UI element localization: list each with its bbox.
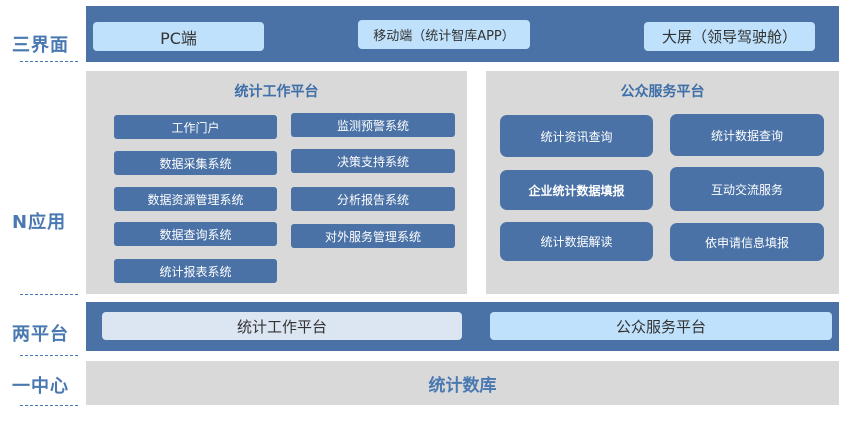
system-data-query[interactable]: 数据查询系统: [114, 222, 277, 246]
service-data-query[interactable]: 统计数据查询: [670, 114, 824, 156]
level-label-apps: N应用: [12, 212, 67, 233]
level-label-interfaces: 三界面: [12, 35, 69, 56]
pc-interface[interactable]: PC端: [93, 22, 264, 51]
platforms-band: 统计工作平台 公众服务平台: [86, 302, 839, 351]
system-data-resource-mgmt[interactable]: 数据资源管理系统: [114, 187, 277, 211]
divider: [20, 294, 78, 295]
divider: [20, 355, 78, 356]
system-external-service-mgmt[interactable]: 对外服务管理系统: [291, 224, 455, 248]
system-analysis-report[interactable]: 分析报告系统: [291, 187, 455, 211]
interfaces-band: PC端 移动端（统计智库APP） 大屏（领导驾驶舱）: [86, 6, 839, 62]
work-platform-title: 统计工作平台: [234, 84, 319, 100]
service-data-interpretation[interactable]: 统计数据解读: [500, 222, 653, 261]
service-info-request-filing[interactable]: 依申请信息填报: [670, 223, 824, 261]
system-statistical-report[interactable]: 统计报表系统: [114, 259, 277, 283]
work-platform-panel: 统计工作平台 工作门户 监测预警系统 数据采集系统 决策支持系统 数据资源管理系…: [86, 71, 467, 294]
screen-interface[interactable]: 大屏（领导驾驶舱）: [644, 22, 815, 51]
center-band: 统计数库: [86, 361, 839, 405]
work-platform-pill[interactable]: 统计工作平台: [102, 312, 462, 340]
level-label-center: 一中心: [12, 376, 69, 397]
mobile-interface[interactable]: 移动端（统计智库APP）: [358, 20, 530, 49]
service-interactive-exchange[interactable]: 互动交流服务: [670, 167, 824, 211]
system-monitoring-alert[interactable]: 监测预警系统: [291, 113, 455, 137]
public-platform-title: 公众服务平台: [620, 84, 705, 100]
system-work-portal[interactable]: 工作门户: [114, 115, 277, 139]
divider: [20, 61, 78, 62]
service-enterprise-data-filing[interactable]: 企业统计数据填报: [500, 170, 653, 210]
divider: [20, 405, 78, 406]
service-news-query[interactable]: 统计资讯查询: [500, 115, 653, 157]
public-platform-panel: 公众服务平台 统计资讯查询 统计数据查询 企业统计数据填报 互动交流服务 统计数…: [486, 71, 839, 294]
system-decision-support[interactable]: 决策支持系统: [291, 149, 455, 173]
level-label-platforms: 两平台: [12, 324, 69, 345]
public-platform-pill[interactable]: 公众服务平台: [490, 312, 832, 340]
system-data-collection[interactable]: 数据采集系统: [114, 151, 277, 175]
center-label: 统计数库: [428, 375, 497, 396]
